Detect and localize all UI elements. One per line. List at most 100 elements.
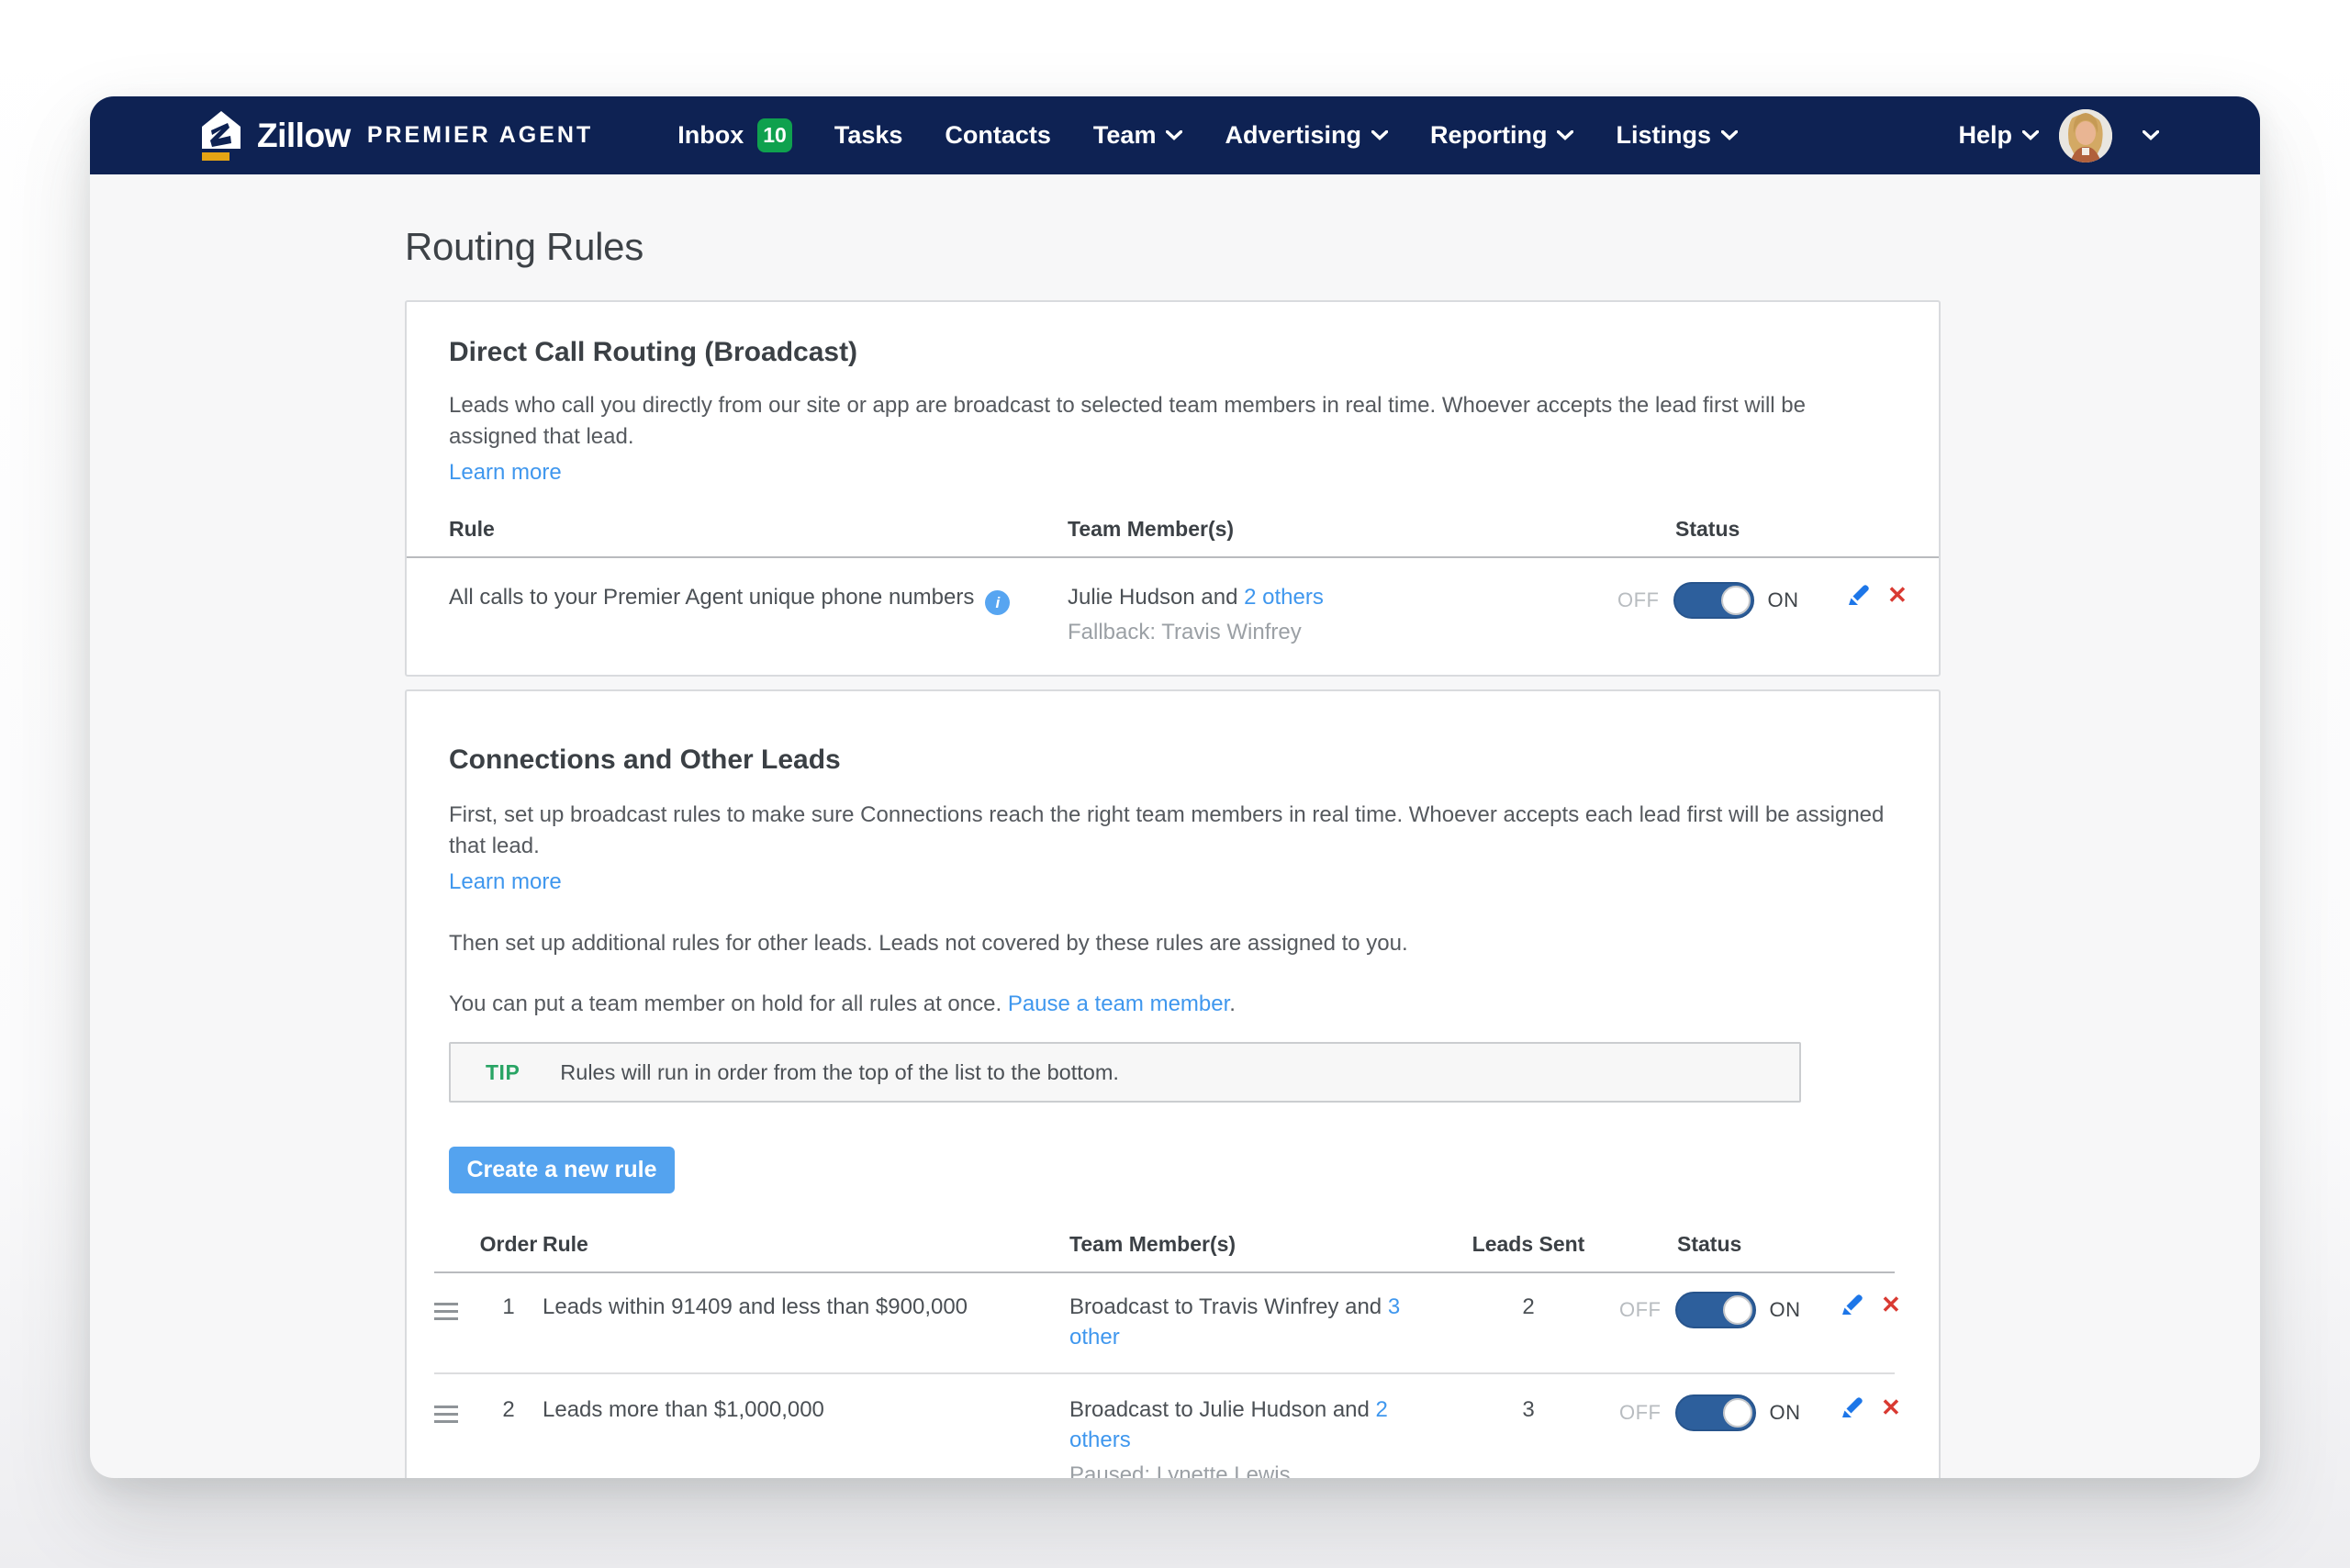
user-avatar[interactable] xyxy=(2059,109,2112,162)
status-toggle[interactable] xyxy=(1675,1394,1756,1431)
nav-item-advertising[interactable]: Advertising xyxy=(1225,121,1388,150)
team-text: Broadcast to Julie Hudson and xyxy=(1069,1397,1370,1422)
status-toggle[interactable] xyxy=(1675,1292,1756,1328)
brand-suffix: PREMIER AGENT xyxy=(367,122,593,149)
fallback-text: Fallback: Travis Winfrey xyxy=(1068,617,1581,647)
nav-item-label: Help xyxy=(1958,121,2012,150)
tip-text: Rules will run in order from the top of … xyxy=(560,1060,1119,1085)
chevron-down-icon xyxy=(2022,130,2039,140)
on-label: ON xyxy=(1770,1298,1801,1322)
tip-box: TIP Rules will run in order from the top… xyxy=(449,1042,1801,1103)
page-title: Routing Rules xyxy=(405,225,2260,269)
col-header-rule: Rule xyxy=(449,517,1068,542)
create-new-rule-button[interactable]: Create a new rule xyxy=(449,1147,675,1193)
nav-item-label: Listings xyxy=(1616,121,1711,150)
toggle-knob xyxy=(1721,586,1751,615)
status-cell: OFF ON xyxy=(1593,1394,1841,1431)
team-text: Broadcast to Travis Winfrey and xyxy=(1069,1294,1382,1319)
direct-call-routing-card: Direct Call Routing (Broadcast) Leads wh… xyxy=(405,300,1941,677)
row-actions: ✕ xyxy=(1841,1394,1901,1419)
nav-item-tasks[interactable]: Tasks xyxy=(834,121,903,150)
p3-period: . xyxy=(1229,991,1236,1016)
col-header-rule: Rule xyxy=(543,1232,1069,1257)
account-chevron-down-icon[interactable] xyxy=(2143,130,2159,140)
leads-sent-cell: 2 xyxy=(1464,1292,1593,1322)
row-actions: ✕ xyxy=(1841,1292,1901,1316)
team-text: Julie Hudson and xyxy=(1068,585,1237,610)
connections-heading: Connections and Other Leads xyxy=(449,745,1897,776)
col-header-status: Status xyxy=(1617,517,1847,542)
delete-x-icon[interactable]: ✕ xyxy=(1881,1293,1901,1316)
order-cell: 1 xyxy=(475,1292,543,1322)
off-label: OFF xyxy=(1619,1401,1662,1425)
team-cell: Broadcast to Julie Hudson and 2 others P… xyxy=(1069,1394,1464,1478)
connections-p2: Then set up additional rules for other l… xyxy=(449,928,1897,959)
off-label: OFF xyxy=(1619,1298,1662,1322)
row-actions: ✕ xyxy=(1847,582,1908,607)
toggle-knob xyxy=(1723,1398,1752,1428)
table-row: 2 Leads more than $1,000,000 Broadcast t… xyxy=(434,1374,1895,1478)
col-header-order: Order xyxy=(475,1232,543,1257)
col-header-team: Team Member(s) xyxy=(1068,517,1617,542)
paused-text: Paused: Lynette Lewis xyxy=(1069,1460,1446,1478)
chevron-down-icon xyxy=(1721,130,1738,140)
direct-call-description: Leads who call you directly from our sit… xyxy=(449,390,1897,453)
pause-team-member-link[interactable]: Pause a team member xyxy=(1008,991,1229,1016)
tip-label: TIP xyxy=(486,1060,520,1085)
on-label: ON xyxy=(1770,1401,1801,1425)
top-navbar: Zillow PREMIER AGENT Inbox 10 Tasks Cont… xyxy=(90,96,2260,174)
direct-call-heading: Direct Call Routing (Broadcast) xyxy=(449,337,1897,368)
p3-text: You can put a team member on hold for al… xyxy=(449,991,1002,1016)
team-cell: Broadcast to Travis Winfrey and 3 other xyxy=(1069,1292,1464,1352)
delete-x-icon[interactable]: ✕ xyxy=(1881,1395,1901,1419)
chevron-down-icon xyxy=(1557,130,1573,140)
edit-pencil-icon[interactable] xyxy=(1847,582,1872,607)
order-cell: 2 xyxy=(475,1394,543,1425)
nav-item-team[interactable]: Team xyxy=(1093,121,1183,150)
nav-item-label: Inbox xyxy=(677,121,744,150)
info-icon[interactable]: i xyxy=(985,590,1010,615)
nav-item-contacts[interactable]: Contacts xyxy=(945,121,1051,150)
nav-item-label: Tasks xyxy=(834,121,903,150)
chevron-down-icon xyxy=(1371,130,1388,140)
connections-p3: You can put a team member on hold for al… xyxy=(449,989,1897,1020)
col-header-leads-sent: Leads Sent xyxy=(1464,1232,1593,1257)
table-row: 1 Leads within 91409 and less than $900,… xyxy=(434,1273,1895,1372)
nav-item-listings[interactable]: Listings xyxy=(1616,121,1738,150)
nav-item-label: Team xyxy=(1093,121,1157,150)
nav-item-help[interactable]: Help xyxy=(1958,121,2039,150)
edit-pencil-icon[interactable] xyxy=(1841,1394,1865,1419)
connections-p1: First, set up broadcast rules to make su… xyxy=(449,800,1897,862)
delete-x-icon[interactable]: ✕ xyxy=(1887,583,1908,607)
rule-text: All calls to your Premier Agent unique p… xyxy=(449,585,974,610)
drag-handle-icon[interactable] xyxy=(434,1292,475,1320)
nav-item-reporting[interactable]: Reporting xyxy=(1430,121,1574,150)
off-label: OFF xyxy=(1617,588,1660,612)
rule-cell: Leads more than $1,000,000 xyxy=(543,1394,1069,1425)
zillow-premier-agent-logo[interactable]: Zillow PREMIER AGENT xyxy=(200,110,593,162)
inbox-count-badge: 10 xyxy=(757,118,792,152)
toggle-knob xyxy=(1723,1295,1752,1325)
nav-item-label: Reporting xyxy=(1430,121,1548,150)
on-label: ON xyxy=(1768,588,1799,612)
nav-item-inbox[interactable]: Inbox 10 xyxy=(677,118,792,152)
col-header-team: Team Member(s) xyxy=(1069,1232,1464,1257)
team-cell: Julie Hudson and 2 others Fallback: Trav… xyxy=(1068,582,1617,647)
team-others-link[interactable]: 2 others xyxy=(1244,585,1324,610)
nav-item-label: Advertising xyxy=(1225,121,1361,150)
connections-learn-more-link[interactable]: Learn more xyxy=(449,869,562,895)
chevron-down-icon xyxy=(1166,130,1182,140)
col-header-status: Status xyxy=(1593,1232,1841,1257)
drag-handle-icon[interactable] xyxy=(434,1394,475,1423)
edit-pencil-icon[interactable] xyxy=(1841,1292,1865,1316)
rule-cell: Leads within 91409 and less than $900,00… xyxy=(543,1292,1069,1322)
nav-menu: Inbox 10 Tasks Contacts Team Advertising xyxy=(677,118,1738,152)
nav-item-label: Contacts xyxy=(945,121,1051,150)
connections-card: Connections and Other Leads First, set u… xyxy=(405,689,1941,1478)
status-toggle[interactable] xyxy=(1673,582,1754,619)
leads-sent-cell: 3 xyxy=(1464,1394,1593,1425)
direct-call-learn-more-link[interactable]: Learn more xyxy=(449,460,562,486)
zillow-house-icon xyxy=(200,110,242,162)
status-cell: OFF ON xyxy=(1617,582,1847,619)
app-window: Zillow PREMIER AGENT Inbox 10 Tasks Cont… xyxy=(90,96,2260,1478)
